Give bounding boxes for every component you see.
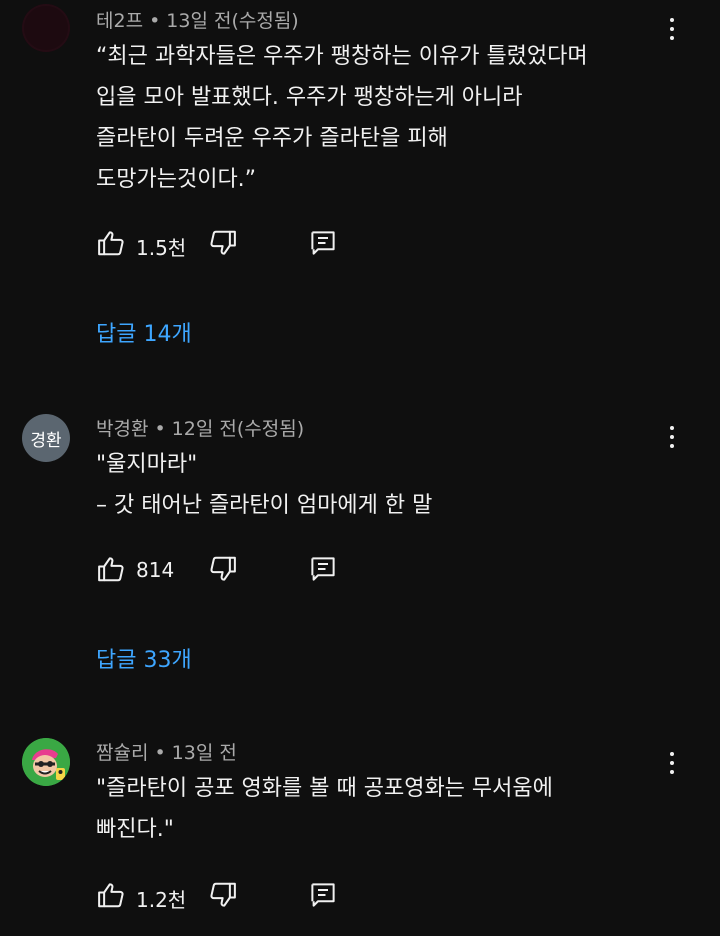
comment-text: "울지마라" – 갓 태어난 즐라탄이 엄마에게 한 말: [96, 452, 433, 518]
comment-text: “최근 과학자들은 우주가 팽창하는 이유가 틀렸었다며 입을 모아 발표했다.…: [96, 44, 588, 192]
like-icon[interactable]: [96, 880, 126, 910]
like-icon[interactable]: [96, 554, 126, 584]
dislike-icon[interactable]: [208, 228, 238, 258]
like-count: 1.2천: [136, 888, 187, 912]
author-name[interactable]: 박경환: [96, 418, 148, 440]
avatar[interactable]: 경환: [22, 414, 70, 462]
view-replies-link[interactable]: 답글 33개: [96, 642, 192, 674]
avatar-illustration: [22, 738, 70, 786]
like-count: 1.5천: [136, 236, 187, 260]
comment-meta: 박경환 • 12일 전(수정됨): [96, 414, 304, 441]
avatar[interactable]: [22, 4, 70, 52]
reply-icon[interactable]: [308, 880, 338, 910]
comment-meta: 테2프 • 13일 전(수정됨): [96, 6, 299, 33]
comment-actions: 1.2천: [96, 880, 396, 914]
reply-icon[interactable]: [308, 228, 338, 258]
dislike-icon[interactable]: [208, 880, 238, 910]
comment-text: "즐라탄이 공포 영화를 볼 때 공포영화는 무서움에 빠진다.": [96, 776, 553, 842]
comment-time: 13일 전(수정됨): [166, 10, 299, 32]
comment-time: 13일 전: [171, 742, 237, 764]
meta-separator: •: [149, 10, 161, 32]
author-name[interactable]: 짬슐리: [96, 742, 148, 764]
comment-meta: 짬슐리 • 13일 전: [96, 738, 237, 765]
reply-icon[interactable]: [308, 554, 338, 584]
comment-actions: 814: [96, 554, 396, 588]
comment-time: 12일 전(수정됨): [171, 418, 305, 440]
comment-actions: 1.5천: [96, 228, 396, 262]
meta-separator: •: [154, 742, 166, 764]
meta-separator: •: [154, 418, 166, 440]
view-replies-link[interactable]: 답글 14개: [96, 316, 192, 348]
author-name[interactable]: 테2프: [96, 10, 143, 32]
like-count: 814: [136, 558, 175, 582]
avatar[interactable]: [22, 738, 70, 786]
like-icon[interactable]: [96, 228, 126, 258]
dislike-icon[interactable]: [208, 554, 238, 584]
